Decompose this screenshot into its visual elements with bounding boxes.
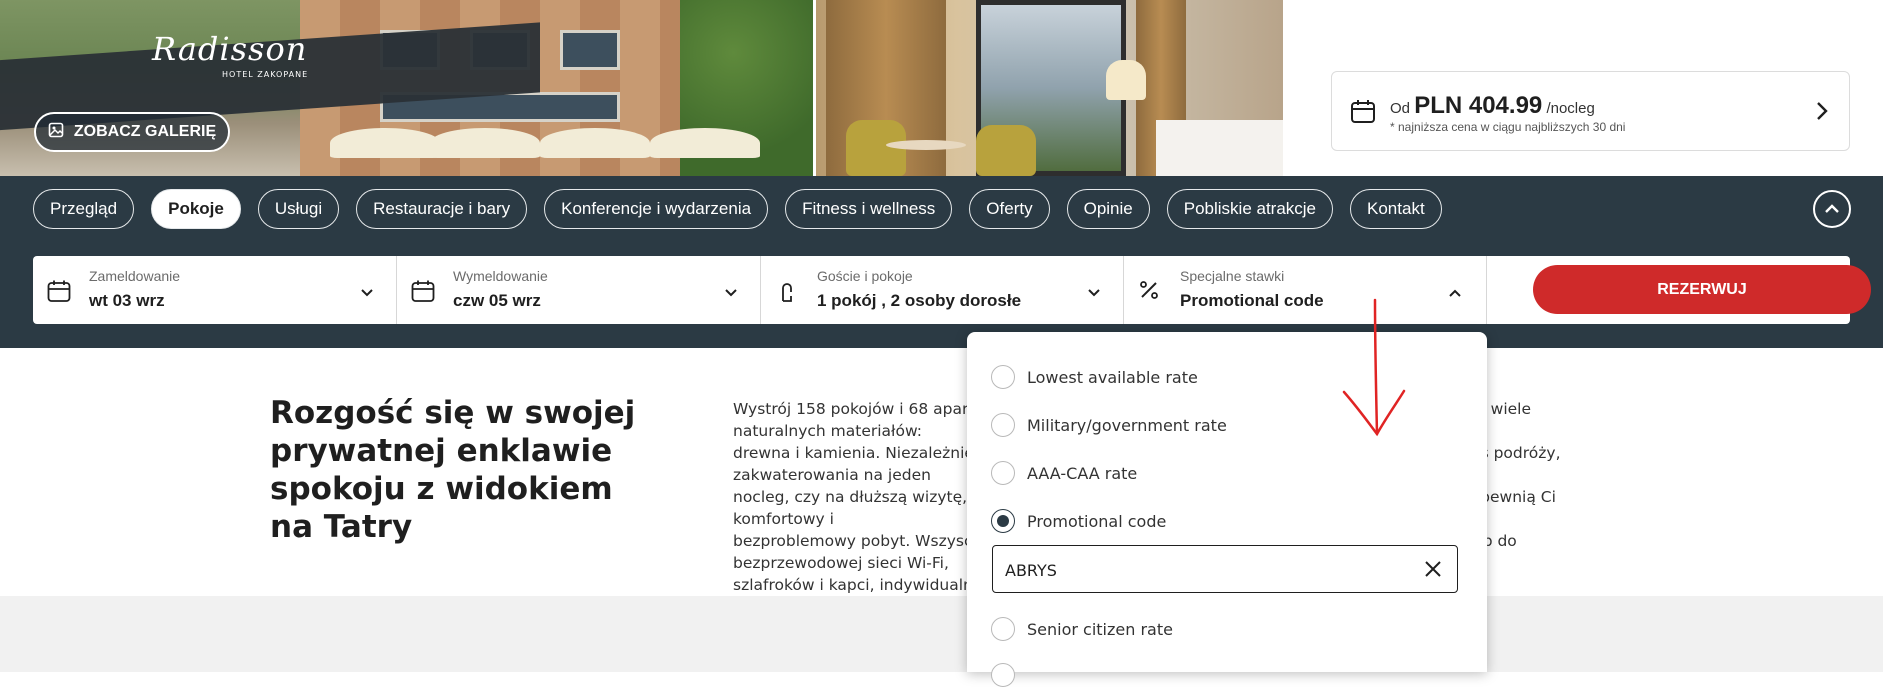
guests-label: Goście i pokoje [817, 268, 913, 284]
nav-item-restauracje[interactable]: Restauracje i bary [356, 189, 528, 229]
hotel-room-photo [816, 0, 1283, 176]
annotation-arrow-icon [1342, 298, 1406, 437]
checkin-value: wt 03 wrz [89, 291, 165, 310]
nav-item-fitness[interactable]: Fitness i wellness [785, 189, 953, 229]
special-rates-field[interactable]: Specjalne stawki Promotional code [1124, 256, 1487, 324]
rate-option-label: AAA-CAA rate [1027, 463, 1138, 483]
chevron-up-icon [1824, 200, 1840, 219]
promo-code-input[interactable] [1005, 558, 1405, 582]
nav-item-atrakcje[interactable]: Pobliskie atrakcje [1166, 189, 1334, 229]
nav-item-przeglad[interactable]: Przegląd [33, 189, 135, 229]
percent-icon [1138, 279, 1160, 305]
guests-value: 1 pokój , 2 osoby dorosłe [817, 291, 1022, 310]
price-note: * najniższa cena w ciągu najbliższych 30… [1390, 120, 1626, 134]
checkin-label: Zameldowanie [89, 268, 181, 284]
rate-option-label: Military/government rate [1027, 415, 1227, 435]
booking-bar: Zameldowanie wt 03 wrz Wymeldowanie czw … [33, 256, 1871, 324]
checkout-label: Wymeldowanie [453, 268, 548, 284]
rate-option-label: Promotional code [1027, 511, 1167, 531]
rate-option-military[interactable]: Military/government rate [991, 412, 1227, 438]
calendar-icon [411, 279, 435, 307]
book-button[interactable]: REZERWUJ [1533, 265, 1871, 314]
chevron-down-icon [724, 283, 738, 302]
rate-option-lowest[interactable]: Lowest available rate [991, 364, 1198, 390]
nav-item-kontakt[interactable]: Kontakt [1350, 189, 1442, 229]
radio-button-checked[interactable] [991, 509, 1015, 533]
radio-button[interactable] [991, 663, 1015, 687]
rooms-headline: Rozgość się w swojej prywatnej enklawie … [270, 395, 636, 545]
radio-button[interactable] [991, 413, 1015, 437]
rate-option-partial[interactable] [991, 662, 1015, 688]
radio-button[interactable] [991, 461, 1015, 485]
gallery-button[interactable]: ZOBACZ GALERIĘ [34, 112, 230, 152]
hotel-logo-subtitle: HOTEL ZAKOPANE [222, 70, 309, 79]
navigation-band: Przegląd Pokoje Usługi Restauracje i bar… [0, 176, 1883, 348]
price-line: Od PLN 404.99 /nocleg [1390, 92, 1595, 120]
chevron-up-icon [1448, 283, 1462, 302]
nav-item-oferty[interactable]: Oferty [969, 189, 1050, 229]
radio-button[interactable] [991, 617, 1015, 641]
hero: Radisson HOTEL ZAKOPANE ZOBACZ GALERIĘ O… [0, 0, 1883, 176]
price-unit: /nocleg [1546, 100, 1595, 117]
collapse-button[interactable] [1813, 190, 1851, 228]
nav-item-pokoje[interactable]: Pokoje [151, 189, 241, 229]
image-icon [48, 122, 64, 143]
checkin-field[interactable]: Zameldowanie wt 03 wrz [33, 256, 397, 324]
price-card[interactable]: Od PLN 404.99 /nocleg * najniższa cena w… [1331, 71, 1850, 151]
close-icon[interactable] [1423, 559, 1443, 583]
rate-option-label: Senior citizen rate [1027, 619, 1173, 639]
calendar-icon [1350, 98, 1376, 128]
section-background [0, 596, 1883, 672]
nav-item-konferencje[interactable]: Konferencje i wydarzenia [544, 189, 769, 229]
promo-code-field[interactable] [992, 545, 1458, 593]
person-icon [775, 279, 799, 307]
guests-field[interactable]: Goście i pokoje 1 pokój , 2 osoby dorosł… [761, 256, 1124, 324]
rate-option-aaa[interactable]: AAA-CAA rate [991, 460, 1137, 486]
calendar-icon [47, 279, 71, 307]
chevron-down-icon [1087, 283, 1101, 302]
gallery-button-label: ZOBACZ GALERIĘ [73, 123, 217, 140]
radio-button[interactable] [991, 365, 1015, 389]
section-nav: Przegląd Pokoje Usługi Restauracje i bar… [33, 189, 1442, 229]
nav-item-uslugi[interactable]: Usługi [257, 189, 340, 229]
price-amount: PLN 404.99 [1414, 92, 1543, 119]
checkout-value: czw 05 wrz [453, 291, 541, 310]
rate-option-promo[interactable]: Promotional code [991, 508, 1166, 534]
rate-option-senior[interactable]: Senior citizen rate [991, 616, 1173, 642]
special-rates-value: Promotional code [1180, 291, 1324, 310]
checkout-field[interactable]: Wymeldowanie czw 05 wrz [397, 256, 761, 324]
rate-option-label: Lowest available rate [1027, 367, 1198, 387]
hotel-logo: Radisson [152, 30, 308, 68]
nav-item-opinie[interactable]: Opinie [1066, 189, 1150, 229]
rooms-intro: Rozgość się w swojej prywatnej enklawie … [0, 348, 1883, 596]
chevron-right-icon [1815, 101, 1829, 125]
price-prefix: Od [1390, 100, 1411, 117]
special-rates-label: Specjalne stawki [1180, 268, 1285, 284]
chevron-down-icon [360, 283, 374, 302]
